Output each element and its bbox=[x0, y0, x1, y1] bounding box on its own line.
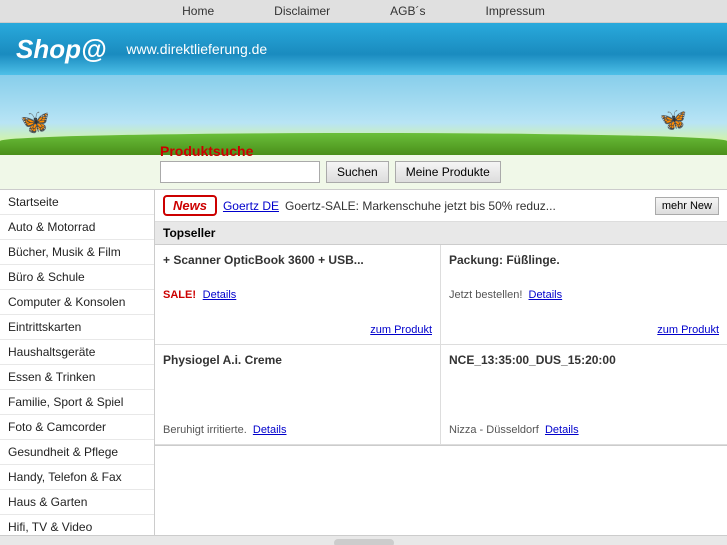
news-badge: News bbox=[163, 195, 217, 216]
search-label: Produktsuche bbox=[160, 143, 253, 159]
sky-banner: 🦋 🦋 bbox=[0, 75, 727, 155]
horizontal-scrollbar[interactable] bbox=[0, 535, 727, 545]
news-text: Goertz-SALE: Markenschuhe jetzt bis 50% … bbox=[285, 199, 649, 213]
news-link[interactable]: Goertz DE bbox=[223, 199, 279, 213]
scroll-track bbox=[334, 539, 394, 545]
nav-home-link[interactable]: Home bbox=[182, 4, 214, 18]
sidebar-item-13[interactable]: Hifi, TV & Video bbox=[0, 515, 154, 535]
search-bar: Produktsuche Suchen Meine Produkte bbox=[0, 155, 727, 190]
top-navigation: Home Disclaimer AGB´s Impressum bbox=[0, 0, 727, 23]
sidebar-item-6[interactable]: Haushaltsgeräte bbox=[0, 340, 154, 365]
sidebar-item-0[interactable]: Startseite bbox=[0, 190, 154, 215]
news-bar: News Goertz DE Goertz-SALE: Markenschuhe… bbox=[155, 190, 727, 222]
content-area: News Goertz DE Goertz-SALE: Markenschuhe… bbox=[155, 190, 727, 535]
search-input[interactable] bbox=[160, 161, 320, 183]
product-title-1: Packung: Füßlinge. bbox=[449, 253, 719, 267]
zum-produkt-link-0[interactable]: zum Produkt bbox=[370, 324, 432, 336]
product-info-0: SALE! Details bbox=[163, 287, 432, 301]
product-detail-link-3[interactable]: Details bbox=[545, 424, 579, 436]
site-url: www.direktlieferung.de bbox=[126, 41, 267, 57]
site-logo: Shop@ bbox=[16, 34, 106, 65]
product-title-3: NCE_13:35:00_DUS_15:20:00 bbox=[449, 353, 719, 367]
product-sub-1: Jetzt bestellen! Details bbox=[449, 289, 719, 301]
zum-produkt-link-1[interactable]: zum Produkt bbox=[657, 324, 719, 336]
product-cell-1: Packung: Füßlinge. Jetzt bestellen! Detai… bbox=[441, 245, 727, 345]
butterfly-left-icon: 🦋 bbox=[20, 108, 50, 137]
sidebar-item-2[interactable]: Bücher, Musik & Film bbox=[0, 240, 154, 265]
product-detail-link-1[interactable]: Details bbox=[529, 289, 563, 301]
nav-impressum-link[interactable]: Impressum bbox=[486, 4, 545, 18]
sidebar-item-4[interactable]: Computer & Konsolen bbox=[0, 290, 154, 315]
sidebar-item-11[interactable]: Handy, Telefon & Fax bbox=[0, 465, 154, 490]
site-header: Shop@ www.direktlieferung.de bbox=[0, 23, 727, 75]
sidebar-item-8[interactable]: Familie, Sport & Spiel bbox=[0, 390, 154, 415]
product-cell-3: NCE_13:35:00_DUS_15:20:00 Nizza - Düsseld… bbox=[441, 345, 727, 445]
product-sub-2: Beruhigt irritierte. Details bbox=[163, 424, 432, 436]
main-area: StartseiteAuto & MotorradBücher, Musik &… bbox=[0, 190, 727, 535]
product-sub-3: Nizza - Düsseldorf Details bbox=[449, 424, 719, 436]
sidebar: StartseiteAuto & MotorradBücher, Musik &… bbox=[0, 190, 155, 535]
mehr-news-button[interactable]: mehr New bbox=[655, 197, 719, 215]
sidebar-item-12[interactable]: Haus & Garten bbox=[0, 490, 154, 515]
butterfly-right-icon: 🦋 bbox=[660, 107, 687, 133]
search-button[interactable]: Suchen bbox=[326, 161, 389, 183]
topseller-header: Topseller bbox=[155, 222, 727, 245]
sidebar-item-1[interactable]: Auto & Motorrad bbox=[0, 215, 154, 240]
sidebar-item-5[interactable]: Eintrittskarten bbox=[0, 315, 154, 340]
product-title-2: Physiogel A.i. Creme bbox=[163, 353, 432, 367]
product-cell-0: + Scanner OpticBook 3600 + USB... SALE! D… bbox=[155, 245, 441, 345]
product-detail-link-2[interactable]: Details bbox=[253, 424, 287, 436]
product-cell-2: Physiogel A.i. Creme Beruhigt irritierte.… bbox=[155, 345, 441, 445]
product-detail-link-0[interactable]: Details bbox=[203, 289, 237, 301]
sidebar-item-9[interactable]: Foto & Camcorder bbox=[0, 415, 154, 440]
product-title-0: + Scanner OpticBook 3600 + USB... bbox=[163, 253, 432, 267]
my-products-button[interactable]: Meine Produkte bbox=[395, 161, 501, 183]
sidebar-item-7[interactable]: Essen & Trinken bbox=[0, 365, 154, 390]
sidebar-item-10[interactable]: Gesundheit & Pflege bbox=[0, 440, 154, 465]
nav-agbs-link[interactable]: AGB´s bbox=[390, 4, 425, 18]
sidebar-item-3[interactable]: Büro & Schule bbox=[0, 265, 154, 290]
nav-disclaimer-link[interactable]: Disclaimer bbox=[274, 4, 330, 18]
product-grid: + Scanner OpticBook 3600 + USB... SALE! D… bbox=[155, 245, 727, 446]
